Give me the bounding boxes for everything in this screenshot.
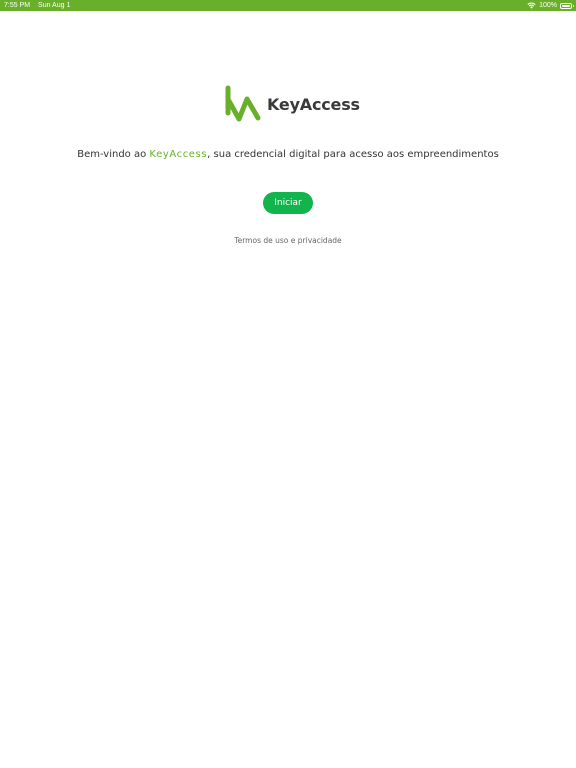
terms-privacy-link[interactable]: Termos de uso e privacidade: [0, 236, 576, 245]
logo-text: KeyAccess: [267, 94, 360, 114]
welcome-brand: KeyAccess: [149, 149, 208, 160]
wifi-icon: [527, 2, 536, 9]
battery-icon: [560, 2, 574, 9]
status-right: 100%: [527, 0, 574, 11]
welcome-screen: 7:55 PM Sun Aug 1 100% KeyAccess Bem-vin…: [0, 0, 576, 768]
welcome-message: Bem-vindo ao KeyAccess, sua credencial d…: [0, 149, 576, 160]
status-left: 7:55 PM Sun Aug 1: [4, 0, 70, 11]
keyaccess-logo: KeyAccess: [224, 85, 360, 123]
welcome-prefix: Bem-vindo ao: [77, 149, 150, 160]
status-time: 7:55 PM: [4, 2, 31, 9]
status-bar: 7:55 PM Sun Aug 1 100%: [0, 0, 576, 11]
keyaccess-logo-mark: [225, 85, 261, 122]
status-date: Sun Aug 1: [38, 2, 71, 9]
welcome-suffix: , sua credencial digital para acesso aos…: [207, 149, 499, 160]
start-button[interactable]: Iniciar: [263, 192, 313, 214]
battery-percent: 100%: [539, 2, 557, 9]
battery-level: [562, 4, 570, 7]
